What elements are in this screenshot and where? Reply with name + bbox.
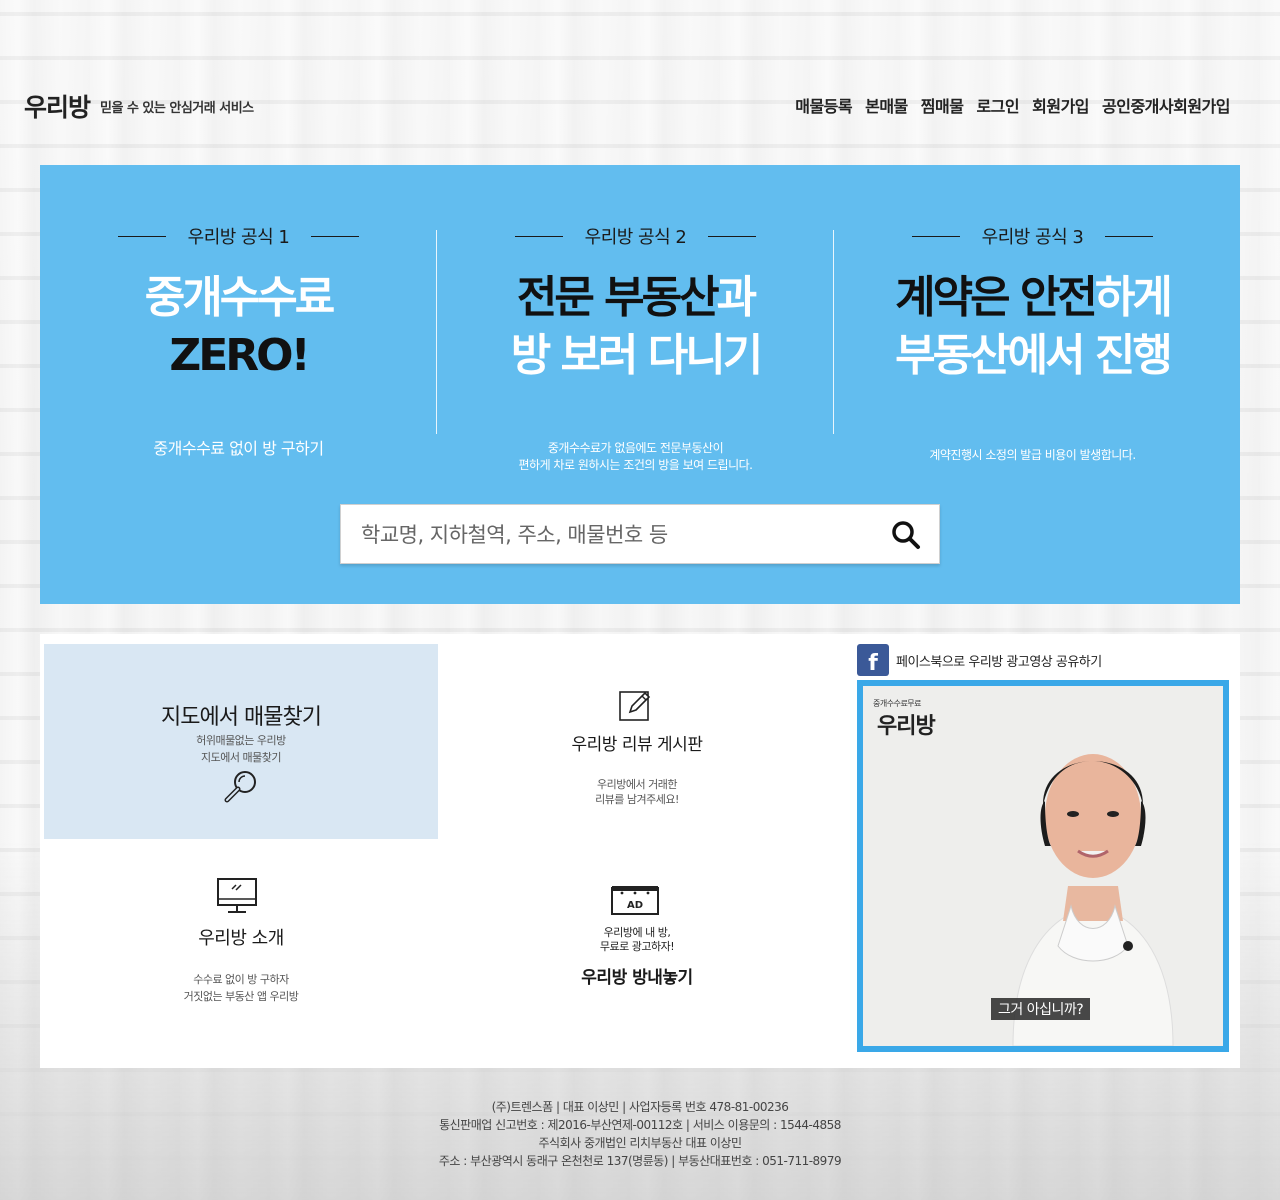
headline-part: 하게	[1094, 272, 1173, 323]
subtext-line: 편하게 차로 원하시는 조건의 방을 보여 드립니다.	[518, 458, 753, 472]
tile-list-room[interactable]: AD 우리방에 내 방, 무료로 광고하자! 우리방 방내놓기	[440, 844, 834, 1064]
tile-desc-line: 지도에서 매물찾기	[201, 751, 281, 764]
tile-desc-line: 무료로 광고하자!	[599, 940, 675, 953]
footer-line: 통신판매업 신고번호 : 제2016-부산연제-00112호 | 서비스 이용문…	[439, 1118, 841, 1132]
top-nav: 매물등록 본매물 찜매물 로그인 회원가입 공인중개사회원가입	[795, 93, 1230, 117]
search-input[interactable]	[361, 517, 881, 553]
search-icon[interactable]	[891, 520, 921, 550]
facebook-icon[interactable]: f	[857, 644, 889, 676]
site-header: 우리방 믿을 수 있는 안심거래 서비스 매물등록 본매물 찜매물 로그인 회원…	[0, 0, 1280, 140]
nav-register-listing[interactable]: 매물등록	[795, 93, 852, 117]
headline-line: 방 보러 다니기	[510, 330, 764, 381]
ad-icon-label: AD	[627, 900, 643, 911]
tile-review-board[interactable]: 우리방 리뷰 게시판 우리방에서 거래한 리뷰를 남겨주세요!	[440, 644, 834, 839]
footer-line: 주식회사 중개법인 리치부동산 대표 이상민	[538, 1136, 742, 1150]
formula-heading: 우리방 공식 1	[40, 223, 437, 249]
tile-desc: 우리방에 내 방, 무료로 광고하자!	[440, 926, 834, 954]
nav-agent-signup[interactable]: 공인중개사회원가입	[1102, 93, 1230, 117]
site-logo[interactable]: 우리방	[24, 88, 91, 124]
ad-board-icon: AD	[611, 886, 659, 915]
site-tagline: 믿을 수 있는 안심거래 서비스	[100, 101, 254, 116]
formula-label: 우리방 공식 1	[187, 227, 290, 248]
hero-subtext: 계약진행시 소정의 발급 비용이 발생합니다.	[929, 448, 1136, 462]
tile-desc-line: 거짓없는 부동산 앱 우리방	[183, 990, 299, 1003]
headline-line: 중개수수료	[144, 272, 335, 323]
facebook-share-link[interactable]: f 페이스북으로 우리방 광고영상 공유하기	[857, 644, 1102, 676]
tile-title: 우리방 소개	[198, 928, 284, 949]
tile-desc: 허위매물없는 우리방 지도에서 매물찾기	[44, 732, 438, 766]
divider-line	[311, 235, 360, 237]
tile-desc: 수수료 없이 방 구하자 거짓없는 부동산 앱 우리방	[44, 971, 438, 1005]
divider-line	[911, 235, 960, 237]
menu-panel: 지도에서 매물찾기 허위매물없는 우리방 지도에서 매물찾기 우리방 리뷰 게시…	[40, 634, 1240, 1068]
facebook-share-text[interactable]: 페이스북으로 우리방 광고영상 공유하기	[896, 651, 1102, 670]
presenter-image	[1012, 754, 1174, 1046]
divider-line	[117, 235, 166, 237]
tile-map-search[interactable]: 지도에서 매물찾기 허위매물없는 우리방 지도에서 매물찾기	[44, 644, 438, 839]
footer-line: 주소 : 부산광역시 동래구 온천천로 137(명륜동) | 부동산대표번호 :…	[438, 1154, 842, 1168]
search-box	[340, 504, 940, 564]
nav-signup[interactable]: 회원가입	[1032, 93, 1089, 117]
video-logo: 우리방	[877, 714, 936, 739]
tile-title: 우리방 방내놓기	[581, 968, 693, 988]
headline-part: 전문 부동산	[516, 272, 720, 323]
hero-headline: 계약은 안전하게 부동산에서 진행	[834, 269, 1231, 385]
subtext-line: 중개수수료가 없음에도 전문부동산이	[547, 441, 724, 455]
site-footer: (주)트렌스폼 | 대표 이상민 | 사업자등록 번호 478-81-00236…	[0, 1098, 1280, 1170]
tile-desc-line: 우리방에 내 방,	[603, 926, 671, 939]
formula-label: 우리방 공식 3	[981, 227, 1084, 248]
tile-desc-line: 우리방에서 거래한	[597, 778, 677, 791]
magnifier-icon	[224, 771, 256, 803]
divider-line	[708, 235, 757, 237]
tile-desc: 우리방에서 거래한 리뷰를 남겨주세요!	[440, 777, 834, 807]
divider-line	[1105, 235, 1154, 237]
video-caption: 그거 아십니까?	[991, 998, 1091, 1020]
tile-desc-line: 리뷰를 남겨주세요!	[595, 793, 679, 806]
tile-desc-line: 허위매물없는 우리방	[196, 734, 286, 747]
tile-title: 우리방 리뷰 게시판	[571, 735, 703, 755]
divider-line	[514, 235, 563, 237]
headline-part: 계약은 안전	[895, 272, 1098, 323]
hero-headline: 중개수수료 ZERO!	[40, 269, 437, 385]
hero-column-3: 우리방 공식 3 계약은 안전하게 부동산에서 진행 계약진행시 소정의 발급 …	[834, 165, 1231, 495]
headline-line: 부동산에서 진행	[895, 330, 1173, 381]
tile-title: 지도에서 매물찾기	[161, 705, 322, 730]
tile-desc-line: 수수료 없이 방 구하자	[193, 973, 289, 986]
headline-line: ZERO!	[169, 330, 310, 381]
hero-column-1: 우리방 공식 1 중개수수료 ZERO! 중개수수료 없이 방 구하기	[40, 165, 437, 495]
headline-part: 과	[716, 272, 758, 323]
monitor-icon	[217, 878, 257, 913]
nav-viewed-listings[interactable]: 본매물	[865, 93, 908, 117]
hero-headline: 전문 부동산과 방 보러 다니기	[437, 269, 834, 385]
formula-heading: 우리방 공식 2	[437, 223, 834, 249]
hero-subtext: 중개수수료가 없음에도 전문부동산이 편하게 차로 원하시는 조건의 방을 보여…	[437, 440, 834, 474]
headline-line: 계약은 안전하게	[834, 269, 1231, 327]
formula-heading: 우리방 공식 3	[834, 223, 1231, 249]
footer-line: (주)트렌스폼 | 대표 이상민 | 사업자등록 번호 478-81-00236	[491, 1100, 789, 1114]
pencil-icon	[619, 691, 651, 721]
nav-favorite-listings[interactable]: 찜매물	[921, 93, 964, 117]
hero-column-2: 우리방 공식 2 전문 부동산과 방 보러 다니기 중개수수료가 없음에도 전문…	[437, 165, 834, 495]
formula-label: 우리방 공식 2	[584, 227, 687, 248]
hero-banner: 우리방 공식 1 중개수수료 ZERO! 중개수수료 없이 방 구하기 우리방 …	[40, 165, 1240, 604]
promo-video[interactable]: 중개수수료무료 우리방 그거 아십니까?	[857, 680, 1229, 1052]
headline-line: 전문 부동산과	[437, 269, 834, 327]
tile-about[interactable]: 우리방 소개 수수료 없이 방 구하자 거짓없는 부동산 앱 우리방	[44, 844, 438, 1064]
nav-login[interactable]: 로그인	[976, 93, 1019, 117]
hero-subtext: 중개수수료 없이 방 구하기	[153, 439, 324, 458]
